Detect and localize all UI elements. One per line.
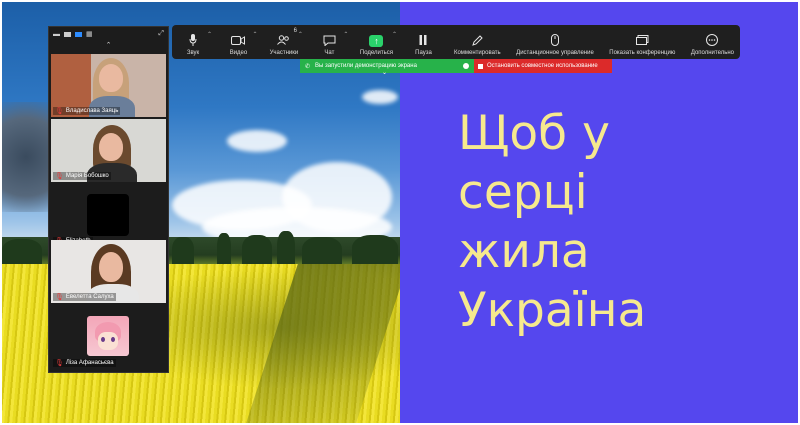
tree bbox=[2, 239, 42, 267]
participant-tile[interactable]: 🎙 Владислава Заяць bbox=[51, 54, 166, 117]
more-label: Дополнительно bbox=[690, 50, 734, 56]
show-meeting-icon bbox=[634, 33, 650, 47]
participants-label: Участники bbox=[269, 50, 299, 56]
headline-line: серці bbox=[458, 165, 588, 220]
tree bbox=[352, 235, 398, 267]
participant-name: Владислава Заяць bbox=[65, 108, 119, 114]
audio-button[interactable]: ⌃ Звук bbox=[178, 25, 212, 59]
stop-share-label: Остановить совместное использование bbox=[487, 63, 598, 69]
cloud bbox=[227, 130, 287, 152]
remote-control-button[interactable]: Дистанционное управление bbox=[516, 25, 594, 59]
participant-tile[interactable]: 🎙 Евелетта Салуха bbox=[51, 240, 166, 303]
chat-button[interactable]: ⌃ Чат bbox=[314, 25, 348, 59]
more-icon bbox=[704, 33, 720, 47]
chevron-up-icon[interactable]: ⌃ bbox=[207, 31, 212, 38]
video-button[interactable]: ⌃ Видео bbox=[223, 25, 258, 59]
chevron-up-icon[interactable]: ⌃ bbox=[392, 31, 397, 38]
mic-muted-icon: 🎙 bbox=[55, 108, 64, 115]
chevron-up-icon[interactable]: ⌃ bbox=[252, 31, 257, 38]
tree bbox=[172, 237, 194, 267]
avatar-eye bbox=[111, 337, 115, 342]
avatar-eye bbox=[101, 337, 105, 342]
cloud bbox=[362, 90, 398, 104]
more-button[interactable]: Дополнительно bbox=[691, 25, 734, 59]
tree bbox=[302, 237, 342, 267]
microphone-icon bbox=[185, 33, 201, 47]
view-single-icon[interactable] bbox=[64, 31, 71, 37]
mic-muted-icon: 🎙 bbox=[55, 173, 64, 180]
pause-icon bbox=[415, 33, 431, 47]
remote-control-icon bbox=[547, 33, 563, 47]
participant-name: Марiя Бобошко bbox=[65, 173, 109, 179]
chat-label: Чат bbox=[324, 50, 335, 56]
annotate-label: Комментировать bbox=[453, 50, 501, 56]
scroll-up-icon[interactable]: ⌃ bbox=[49, 41, 168, 51]
face bbox=[99, 252, 123, 282]
participant-name: Евелетта Салуха bbox=[65, 294, 114, 300]
pause-label: Пауза bbox=[415, 50, 432, 56]
annotate-button[interactable]: Комментировать bbox=[454, 25, 501, 59]
chat-icon bbox=[321, 33, 337, 47]
camera-icon bbox=[230, 33, 246, 47]
participant-tile[interactable]: 🎙 Лiза Афанасьєва bbox=[51, 306, 166, 369]
view-list-icon[interactable] bbox=[75, 31, 82, 37]
video-label: Видео bbox=[229, 50, 248, 56]
pause-share-button[interactable]: Пауза bbox=[408, 25, 438, 59]
show-meeting-label: Показать конференцию bbox=[609, 50, 676, 56]
phone-icon: ✆ bbox=[305, 63, 311, 70]
participant-name-tag: 🎙 Евелетта Салуха bbox=[53, 293, 116, 301]
shield-icon bbox=[463, 63, 469, 69]
avatar bbox=[87, 316, 129, 356]
view-grid-icon[interactable]: ▦ bbox=[86, 30, 93, 38]
participant-gallery: ▬ ▦ ⤢ ⌃ 🎙 Владислава Заяць 🎙 Марiя Бобош… bbox=[48, 26, 169, 373]
headline-line: Щоб у bbox=[458, 106, 610, 161]
face bbox=[99, 133, 123, 161]
tree bbox=[277, 231, 295, 267]
remote-control-label: Дистанционное управление bbox=[516, 50, 594, 56]
meeting-toolbar: ⌃ Звук ⌃ Видео 6 ⌃ Участники ⌃ Чат ↑ ⌃ П… bbox=[172, 25, 740, 59]
slide-headline: Щоб у серці жила Україна bbox=[458, 104, 646, 340]
annotate-icon bbox=[469, 33, 485, 47]
chevron-down-icon[interactable]: ⌄ bbox=[382, 69, 387, 76]
share-screen-icon: ↑ bbox=[369, 35, 384, 47]
stop-share-button[interactable]: Остановить совместное использование bbox=[474, 59, 612, 73]
share-screen-button[interactable]: ↑ ⌃ Поделиться bbox=[359, 25, 397, 59]
gallery-header: ▬ ▦ ⤢ bbox=[49, 27, 168, 41]
share-label: Поделиться bbox=[359, 50, 394, 56]
mic-muted-icon: 🎙 bbox=[55, 294, 64, 301]
audio-label: Звук bbox=[186, 50, 200, 56]
tree bbox=[242, 235, 272, 267]
mic-muted-icon: 🎙 bbox=[55, 360, 64, 367]
participant-name: Лiза Афанасьєва bbox=[65, 360, 114, 366]
participant-tile[interactable]: 🎙 Марiя Бобошко bbox=[51, 119, 166, 182]
participants-count: 6 bbox=[293, 28, 297, 34]
participant-name-tag: 🎙 Лiза Афанасьєва bbox=[53, 359, 116, 367]
face bbox=[99, 64, 123, 92]
headline-line: жила bbox=[458, 224, 590, 279]
show-meeting-button[interactable]: Показать конференцию bbox=[609, 25, 675, 59]
participants-button[interactable]: 6 ⌃ Участники bbox=[269, 25, 303, 59]
headline-line: Україна bbox=[458, 283, 647, 338]
participant-tile[interactable]: 🎙 Elizabeth bbox=[51, 184, 166, 247]
participants-icon bbox=[276, 33, 292, 47]
minimize-icon[interactable]: ▬ bbox=[53, 31, 60, 38]
expand-icon[interactable]: ⤢ bbox=[158, 30, 164, 38]
chevron-up-icon[interactable]: ⌃ bbox=[298, 31, 303, 38]
screen: Щоб у серці жила Україна ⌃ Звук ⌃ Видео … bbox=[2, 2, 798, 423]
participant-name-tag: 🎙 Марiя Бобошко bbox=[53, 172, 111, 180]
stop-icon bbox=[478, 63, 483, 69]
participant-name-tag: 🎙 Владислава Заяць bbox=[53, 107, 121, 115]
chevron-up-icon[interactable]: ⌃ bbox=[343, 31, 348, 38]
video-off-placeholder bbox=[87, 194, 129, 236]
tree bbox=[217, 233, 231, 267]
sharing-status-text: Вы запустили демонстрацию экрана bbox=[315, 63, 417, 69]
